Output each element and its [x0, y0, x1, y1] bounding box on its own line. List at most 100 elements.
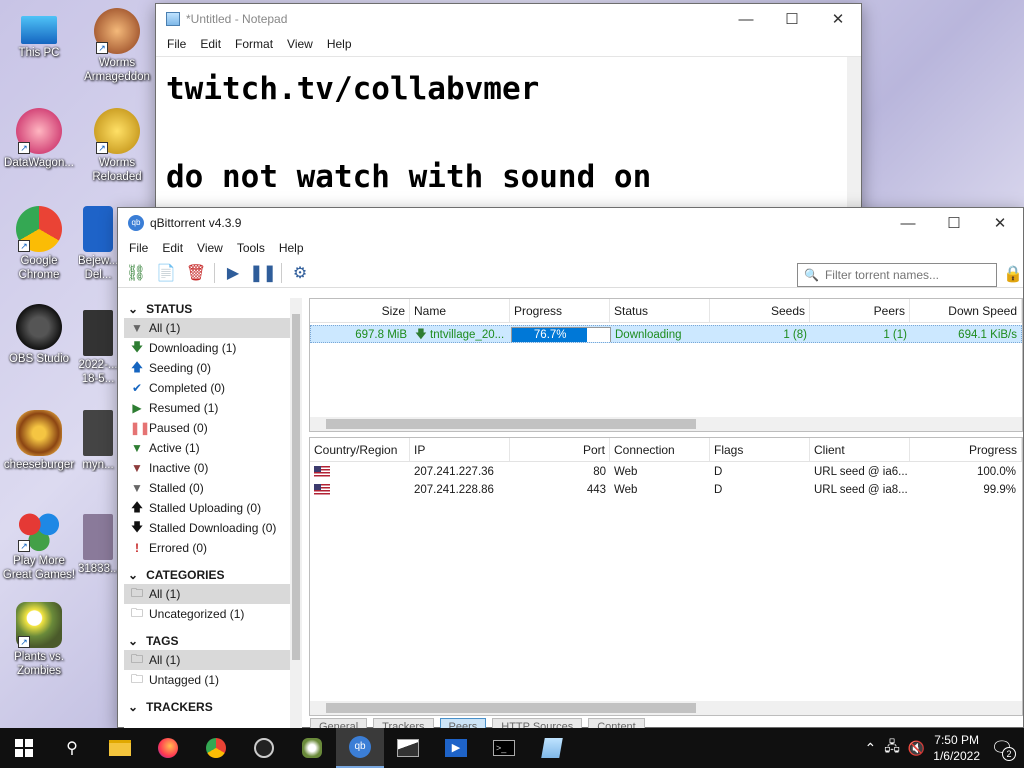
peers-list-hscrollbar[interactable]	[310, 701, 1022, 715]
start-button[interactable]	[0, 728, 48, 768]
clock[interactable]: 7:50 PM 1/6/2022	[933, 732, 980, 764]
menu-help[interactable]: Help	[320, 37, 359, 51]
column-flags[interactable]: Flags	[710, 438, 810, 461]
myn-file-icon[interactable]: myn...	[78, 410, 118, 472]
resume-button[interactable]: ▶	[221, 261, 245, 285]
column-status[interactable]: Status	[610, 299, 710, 322]
menu-edit[interactable]: Edit	[193, 37, 228, 51]
scrollbar-thumb[interactable]	[326, 703, 696, 713]
status-paused[interactable]: ❚❚ Paused (0)	[124, 418, 298, 438]
taskbar-notepad[interactable]	[528, 728, 576, 768]
network-icon[interactable]: 🖧	[884, 736, 900, 760]
pause-button[interactable]: ❚❚	[250, 261, 277, 285]
categories-section-header[interactable]: ⌄ CATEGORIES	[124, 564, 298, 584]
cheeseburger-icon[interactable]: cheeseburger	[0, 410, 78, 472]
menu-view[interactable]: View	[190, 241, 230, 255]
column-down-speed[interactable]: Down Speed	[910, 299, 1022, 322]
close-button[interactable]: ✕	[977, 208, 1023, 238]
menu-file[interactable]: File	[160, 37, 193, 51]
trackers-section-header[interactable]: ⌄ TRACKERS	[124, 696, 298, 716]
taskbar-plants-vs-zombies[interactable]	[288, 728, 336, 768]
column-name[interactable]: Name	[410, 299, 510, 322]
status-downloading[interactable]: 🡇 Downloading (1)	[124, 338, 298, 358]
sidebar-scrollbar[interactable]	[290, 298, 302, 728]
category-uncategorized[interactable]: 🗀 Uncategorized (1)	[124, 604, 298, 624]
qbittorrent-window[interactable]: qb qBittorrent v4.3.9 — ☐ ✕ File Edit Vi…	[117, 207, 1024, 736]
filter-input[interactable]	[824, 268, 985, 282]
status-resumed[interactable]: ▶ Resumed (1)	[124, 398, 298, 418]
search-button[interactable]: ⚲	[48, 728, 96, 768]
column-connection[interactable]: Connection	[610, 438, 710, 461]
tag-all[interactable]: 🗀 All (1)	[124, 650, 298, 670]
status-active[interactable]: ▼ Active (1)	[124, 438, 298, 458]
datawagon-icon[interactable]: ↗ DataWagon...	[0, 108, 78, 170]
maximize-button[interactable]: ☐	[769, 4, 815, 34]
minimize-button[interactable]: —	[885, 208, 931, 238]
bejeweled-icon[interactable]: Bejew... Del...	[78, 206, 118, 282]
taskbar-obs[interactable]	[240, 728, 288, 768]
this-pc-icon[interactable]: This PC	[0, 10, 78, 60]
options-gear-button[interactable]: ⚙	[288, 261, 312, 285]
menu-edit[interactable]: Edit	[155, 241, 190, 255]
minimize-button[interactable]: —	[723, 4, 769, 34]
column-peers[interactable]: Peers	[810, 299, 910, 322]
notification-center-icon[interactable]: 🗨 2	[988, 738, 1016, 761]
taskbar-media-player[interactable]: ▶	[432, 728, 480, 768]
peers-list[interactable]: Country/Region IP Port Connection Flags …	[309, 437, 1023, 716]
taskbar-photos[interactable]	[384, 728, 432, 768]
worms-armageddon-icon[interactable]: ↗ Worms Armageddon	[78, 8, 156, 84]
torrent-list-hscrollbar[interactable]	[310, 417, 1022, 431]
taskbar-firefox[interactable]	[144, 728, 192, 768]
add-torrent-link-button[interactable]: ⛓	[124, 261, 148, 285]
menu-file[interactable]: File	[122, 241, 155, 255]
status-stalled[interactable]: ▼ Stalled (0)	[124, 478, 298, 498]
google-chrome-icon[interactable]: ↗ Google Chrome	[0, 206, 78, 282]
taskbar-qbittorrent[interactable]: qb	[336, 728, 384, 768]
status-stalled-uploading[interactable]: 🡅 Stalled Uploading (0)	[124, 498, 298, 518]
column-size[interactable]: Size	[310, 299, 410, 322]
file-31833-icon[interactable]: 31833...	[78, 514, 118, 576]
maximize-button[interactable]: ☐	[931, 208, 977, 238]
tag-untagged[interactable]: 🗀 Untagged (1)	[124, 670, 298, 690]
peer-row[interactable]: 207.241.227.36 80 Web D URL seed @ ia6..…	[310, 463, 1022, 481]
status-seeding[interactable]: 🡅 Seeding (0)	[124, 358, 298, 378]
torrent-list[interactable]: Size Name Progress Status Seeds Peers Do…	[309, 298, 1023, 432]
filter-torrents-box[interactable]: 🔍	[797, 263, 997, 287]
column-port[interactable]: Port	[510, 438, 610, 461]
plants-vs-zombies-icon[interactable]: ↗ Plants vs. Zombies	[0, 602, 78, 678]
notepad-titlebar[interactable]: *Untitled - Notepad — ☐ ✕	[156, 4, 861, 34]
taskbar-command-prompt[interactable]: >_	[480, 728, 528, 768]
scrollbar-thumb[interactable]	[326, 419, 696, 429]
column-country-region[interactable]: Country/Region	[310, 438, 410, 461]
status-section-header[interactable]: ⌄ STATUS	[124, 298, 298, 318]
peer-row[interactable]: 207.241.228.86 443 Web D URL seed @ ia8.…	[310, 481, 1022, 499]
status-completed[interactable]: ✔ Completed (0)	[124, 378, 298, 398]
scrollbar-thumb[interactable]	[292, 314, 300, 660]
chevron-up-icon[interactable]: ⌃	[864, 740, 876, 757]
tags-section-header[interactable]: ⌄ TAGS	[124, 630, 298, 650]
obs-studio-icon[interactable]: OBS Studio	[0, 304, 78, 366]
menu-view[interactable]: View	[280, 37, 320, 51]
status-inactive[interactable]: ▼ Inactive (0)	[124, 458, 298, 478]
qbittorrent-titlebar[interactable]: qb qBittorrent v4.3.9 — ☐ ✕	[118, 208, 1023, 238]
menu-format[interactable]: Format	[228, 37, 280, 51]
video-file-icon[interactable]: 2022-... 18-5...	[78, 310, 118, 386]
add-torrent-file-button[interactable]: 📄	[154, 261, 178, 285]
status-errored[interactable]: ! Errored (0)	[124, 538, 298, 558]
play-more-games-icon[interactable]: ↗ Play More Great Games!	[0, 506, 78, 582]
taskbar-file-explorer[interactable]	[96, 728, 144, 768]
column-progress[interactable]: Progress	[510, 299, 610, 322]
taskbar-chrome[interactable]	[192, 728, 240, 768]
column-seeds[interactable]: Seeds	[710, 299, 810, 322]
volume-muted-icon[interactable]: 🔇	[908, 740, 925, 757]
column-peer-progress[interactable]: Progress	[910, 438, 1022, 461]
lock-icon[interactable]: 🔒	[1003, 264, 1023, 286]
worms-reloaded-icon[interactable]: ↗ Worms Reloaded	[78, 108, 156, 184]
column-client[interactable]: Client	[810, 438, 910, 461]
column-ip[interactable]: IP	[410, 438, 510, 461]
delete-torrent-button[interactable]: 🗑	[184, 261, 208, 285]
status-stalled-downloading[interactable]: 🡇 Stalled Downloading (0)	[124, 518, 298, 538]
category-all[interactable]: 🗀 All (1)	[124, 584, 298, 604]
menu-help[interactable]: Help	[272, 241, 311, 255]
status-all[interactable]: ▼ All (1)	[124, 318, 298, 338]
